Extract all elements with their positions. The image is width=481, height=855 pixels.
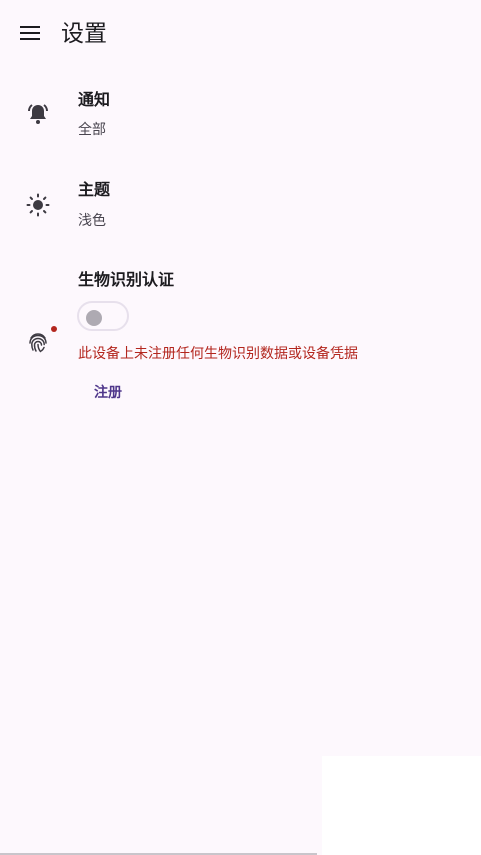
biometric-switch[interactable] xyxy=(77,301,129,331)
error-badge-dot xyxy=(51,326,57,332)
biometric-title: 生物识别认证 xyxy=(78,270,175,289)
theme-title: 主题 xyxy=(78,180,111,199)
menu-button[interactable] xyxy=(12,17,48,53)
notifications-preference[interactable]: 通知 全部 xyxy=(0,80,481,150)
biometric-error-text: 此设备上未注册任何生物识别数据或设备凭据 xyxy=(78,346,358,362)
fingerprint-icon xyxy=(24,328,52,356)
notifications-summary: 全部 xyxy=(78,122,106,138)
switch-thumb xyxy=(86,310,102,326)
top-app-bar: 设置 xyxy=(0,0,481,70)
notifications-title: 通知 xyxy=(78,90,111,109)
theme-summary: 浅色 xyxy=(78,213,106,229)
biometric-preference: 生物识别认证 xyxy=(0,260,481,420)
bottom-right-panel xyxy=(322,756,481,855)
bell-icon xyxy=(24,100,52,128)
settings-screen: 设置 通知 全部 主题 浅色 生物识别认证 此设备上未注册任何生物识别数据或设备… xyxy=(0,0,481,855)
theme-preference[interactable]: 主题 浅色 xyxy=(0,170,481,240)
menu-icon xyxy=(20,25,40,45)
register-button[interactable]: 注册 xyxy=(80,376,136,408)
sun-icon xyxy=(24,191,52,219)
page-title: 设置 xyxy=(61,21,107,47)
